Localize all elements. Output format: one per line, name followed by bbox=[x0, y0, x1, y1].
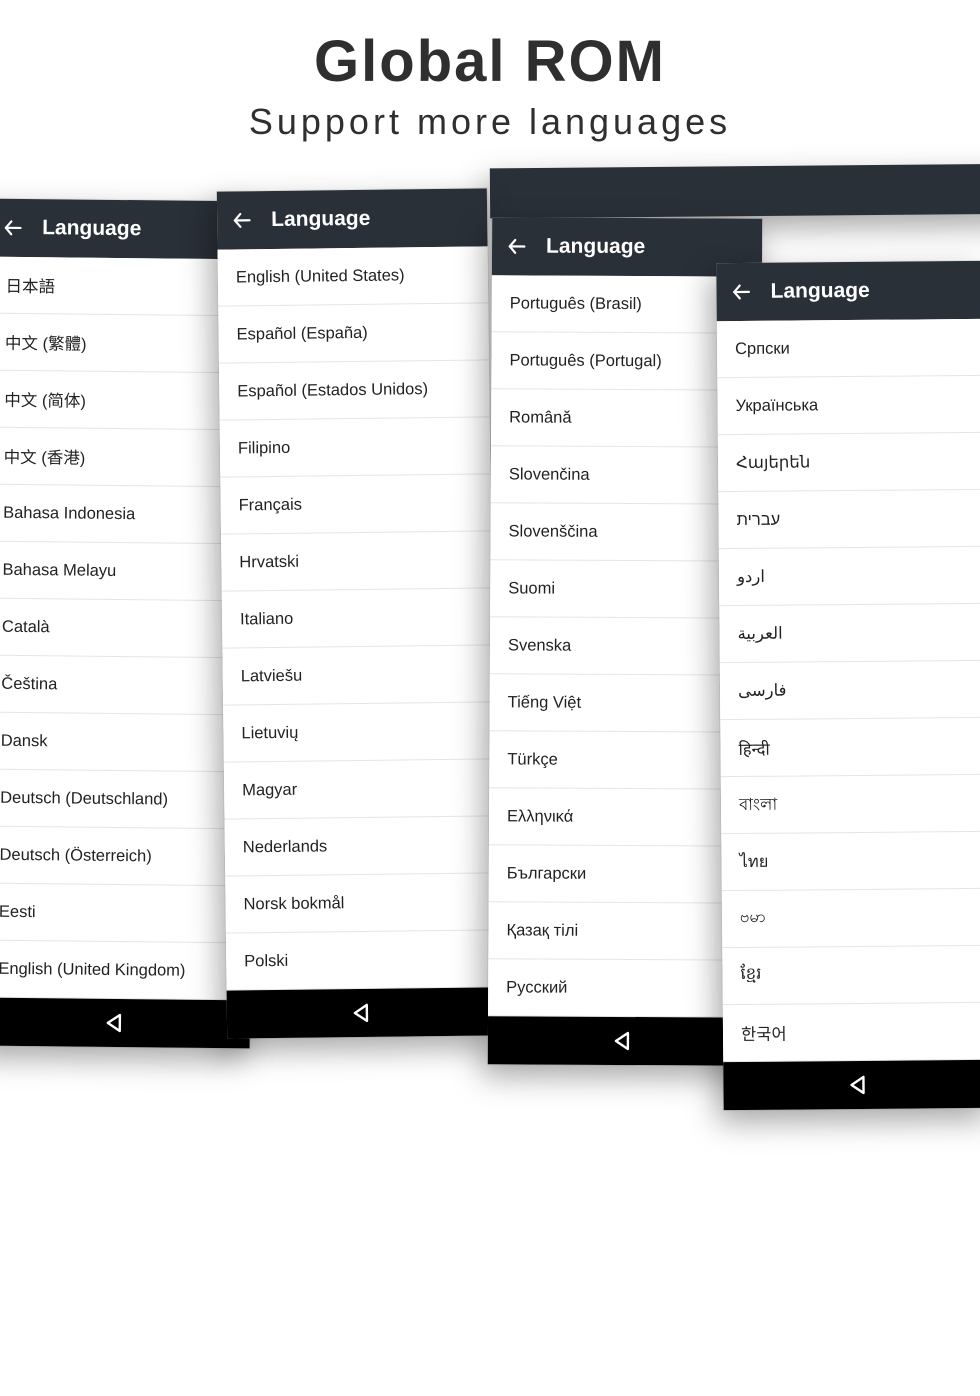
language-list: English (United States) Español (España)… bbox=[218, 246, 497, 990]
list-item[interactable]: Magyar bbox=[224, 759, 495, 819]
list-item[interactable]: English (United Kingdom) bbox=[0, 941, 251, 1001]
list-item[interactable]: Dansk bbox=[0, 713, 253, 773]
list-item[interactable]: ไทย bbox=[721, 832, 980, 891]
page-title: Global ROM bbox=[0, 0, 980, 95]
list-item[interactable]: English (United States) bbox=[218, 246, 489, 306]
list-item[interactable]: Norsk bokmål bbox=[225, 873, 496, 933]
list-item[interactable]: Српски bbox=[717, 319, 980, 378]
language-list: Српски Українська Հայերեն עברית اردو الع… bbox=[717, 319, 980, 1062]
nav-back-icon[interactable] bbox=[611, 1029, 635, 1053]
appbar-title: Language bbox=[271, 207, 370, 232]
soft-nav-bar bbox=[723, 1060, 980, 1110]
list-item[interactable]: 中文 (简体) bbox=[0, 371, 257, 431]
list-item[interactable]: Deutsch (Österreich) bbox=[0, 827, 252, 887]
list-item[interactable]: Bahasa Melayu bbox=[0, 542, 255, 602]
list-item[interactable]: Nederlands bbox=[225, 816, 496, 876]
list-item[interactable]: हिन्दी bbox=[720, 718, 980, 777]
list-item[interactable]: Українська bbox=[717, 376, 980, 435]
soft-nav-bar bbox=[227, 987, 498, 1038]
list-item[interactable]: Čeština bbox=[0, 656, 254, 716]
soft-nav-bar bbox=[0, 998, 250, 1049]
nav-back-icon[interactable] bbox=[350, 1001, 374, 1025]
list-item[interactable]: Català bbox=[0, 599, 254, 659]
back-icon[interactable] bbox=[2, 217, 24, 239]
phone-frame-2: Language English (United States) Español… bbox=[217, 188, 497, 1038]
list-item[interactable]: 中文 (香港) bbox=[0, 428, 256, 488]
list-item[interactable]: Deutsch (Deutschland) bbox=[0, 770, 252, 830]
list-item[interactable]: Türkçe bbox=[489, 731, 759, 789]
list-item[interactable]: Lietuvių bbox=[223, 702, 494, 762]
nav-back-icon[interactable] bbox=[846, 1073, 870, 1097]
appbar-title: Language bbox=[770, 279, 869, 304]
list-item[interactable]: فارسی bbox=[720, 661, 980, 720]
list-item[interactable]: Ελληνικά bbox=[489, 788, 759, 846]
list-item[interactable]: اردو bbox=[719, 547, 980, 606]
list-item[interactable]: Русский bbox=[488, 959, 758, 1017]
list-item[interactable]: Bahasa Indonesia bbox=[0, 485, 255, 545]
list-item[interactable]: Italiano bbox=[222, 588, 493, 648]
list-item[interactable]: Български bbox=[489, 845, 759, 903]
list-item[interactable]: עברית bbox=[718, 490, 980, 549]
back-icon[interactable] bbox=[506, 235, 528, 257]
appbar-title: Language bbox=[42, 216, 141, 241]
app-bar: Language bbox=[716, 261, 980, 321]
list-item[interactable]: ខ្មែរ bbox=[722, 946, 980, 1005]
list-item[interactable]: বাংলা bbox=[721, 775, 980, 834]
list-item[interactable]: العربية bbox=[719, 604, 980, 663]
back-icon[interactable] bbox=[231, 209, 253, 231]
list-item[interactable]: Eesti bbox=[0, 884, 251, 944]
page-subtitle: Support more languages bbox=[0, 101, 980, 143]
list-item[interactable]: Hrvatski bbox=[221, 531, 492, 591]
list-item[interactable]: Français bbox=[220, 474, 491, 534]
list-item[interactable]: Polski bbox=[226, 930, 497, 990]
list-item[interactable]: Español (España) bbox=[218, 303, 489, 363]
list-item[interactable]: Қазақ тілі bbox=[488, 902, 758, 960]
list-item[interactable]: Latviešu bbox=[222, 645, 493, 705]
back-icon[interactable] bbox=[730, 281, 752, 303]
list-item[interactable]: Filipino bbox=[220, 417, 491, 477]
list-item[interactable]: ဗမာ bbox=[722, 889, 980, 948]
list-item[interactable]: 한국어 bbox=[723, 1003, 980, 1062]
phone-frame-4: Language Српски Українська Հայերեն עברית… bbox=[716, 261, 980, 1110]
soft-nav-bar bbox=[488, 1016, 758, 1065]
search-bar bbox=[490, 164, 980, 219]
list-item[interactable]: Հայերեն bbox=[718, 433, 980, 492]
appbar-title: Language bbox=[546, 235, 645, 260]
list-item[interactable]: Español (Estados Unidos) bbox=[219, 360, 490, 420]
nav-back-icon[interactable] bbox=[103, 1011, 127, 1035]
app-bar: Language bbox=[217, 188, 488, 249]
